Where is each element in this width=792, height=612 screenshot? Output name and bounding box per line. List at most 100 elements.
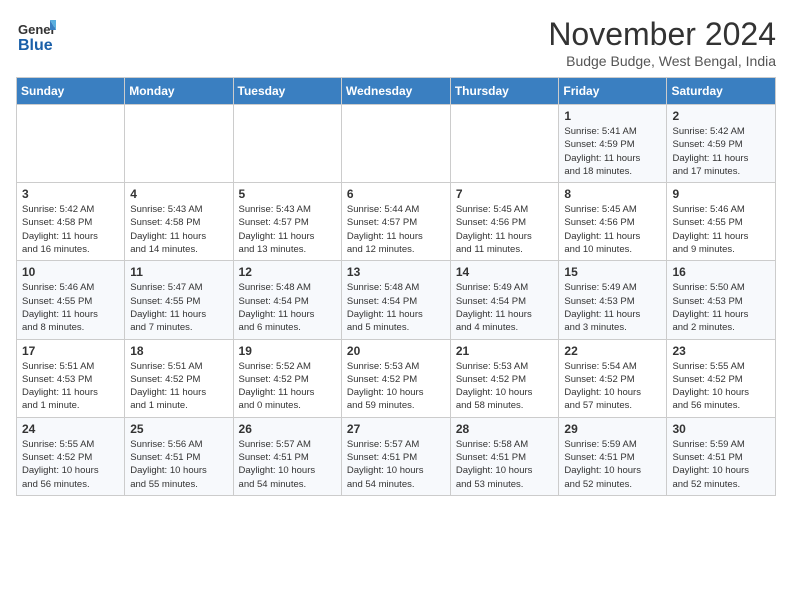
weekday-header-tuesday: Tuesday xyxy=(233,78,341,105)
day-number: 27 xyxy=(347,422,445,436)
calendar-cell xyxy=(17,105,125,183)
day-number: 7 xyxy=(456,187,554,201)
calendar-cell: 26 Sunrise: 5:57 AM Sunset: 4:51 PM Dayli… xyxy=(233,417,341,495)
calendar-cell: 20 Sunrise: 5:53 AM Sunset: 4:52 PM Dayli… xyxy=(341,339,450,417)
day-number: 26 xyxy=(239,422,336,436)
day-number: 29 xyxy=(564,422,661,436)
calendar-cell: 21 Sunrise: 5:53 AM Sunset: 4:52 PM Dayli… xyxy=(450,339,559,417)
day-info: Sunrise: 5:45 AM Sunset: 4:56 PM Dayligh… xyxy=(456,203,554,256)
day-number: 9 xyxy=(672,187,770,201)
calendar-cell: 18Sunrise: 5:51 AM Sunset: 4:52 PM Dayli… xyxy=(125,339,233,417)
calendar-cell xyxy=(125,105,233,183)
day-number: 17 xyxy=(22,344,119,358)
day-number: 8 xyxy=(564,187,661,201)
day-info: Sunrise: 5:49 AM Sunset: 4:54 PM Dayligh… xyxy=(456,281,554,334)
day-info: Sunrise: 5:49 AM Sunset: 4:53 PM Dayligh… xyxy=(564,281,661,334)
calendar-cell: 16 Sunrise: 5:50 AM Sunset: 4:53 PM Dayli… xyxy=(667,261,776,339)
calendar-cell: 28Sunrise: 5:58 AM Sunset: 4:51 PM Dayli… xyxy=(450,417,559,495)
calendar-cell: 19Sunrise: 5:52 AM Sunset: 4:52 PM Dayli… xyxy=(233,339,341,417)
day-info: Sunrise: 5:51 AM Sunset: 4:53 PM Dayligh… xyxy=(22,360,119,413)
day-info: Sunrise: 5:47 AM Sunset: 4:55 PM Dayligh… xyxy=(130,281,227,334)
day-info: Sunrise: 5:57 AM Sunset: 4:51 PM Dayligh… xyxy=(239,438,336,491)
weekday-header-wednesday: Wednesday xyxy=(341,78,450,105)
day-number: 14 xyxy=(456,265,554,279)
calendar-cell: 17 Sunrise: 5:51 AM Sunset: 4:53 PM Dayli… xyxy=(17,339,125,417)
day-number: 21 xyxy=(456,344,554,358)
week-row-3: 10Sunrise: 5:46 AM Sunset: 4:55 PM Dayli… xyxy=(17,261,776,339)
day-number: 12 xyxy=(239,265,336,279)
day-info: Sunrise: 5:43 AM Sunset: 4:58 PM Dayligh… xyxy=(130,203,227,256)
title-block: November 2024 Budge Budge, West Bengal, … xyxy=(548,16,776,69)
calendar-cell: 2Sunrise: 5:42 AM Sunset: 4:59 PM Daylig… xyxy=(667,105,776,183)
day-info: Sunrise: 5:55 AM Sunset: 4:52 PM Dayligh… xyxy=(672,360,770,413)
day-number: 25 xyxy=(130,422,227,436)
calendar-cell: 7 Sunrise: 5:45 AM Sunset: 4:56 PM Daylig… xyxy=(450,183,559,261)
day-info: Sunrise: 5:54 AM Sunset: 4:52 PM Dayligh… xyxy=(564,360,661,413)
calendar-cell: 1Sunrise: 5:41 AM Sunset: 4:59 PM Daylig… xyxy=(559,105,667,183)
calendar-cell: 24Sunrise: 5:55 AM Sunset: 4:52 PM Dayli… xyxy=(17,417,125,495)
calendar-cell: 4Sunrise: 5:43 AM Sunset: 4:58 PM Daylig… xyxy=(125,183,233,261)
logo: General Blue xyxy=(16,16,56,56)
day-info: Sunrise: 5:50 AM Sunset: 4:53 PM Dayligh… xyxy=(672,281,770,334)
day-number: 16 xyxy=(672,265,770,279)
week-row-5: 24Sunrise: 5:55 AM Sunset: 4:52 PM Dayli… xyxy=(17,417,776,495)
calendar-cell: 8Sunrise: 5:45 AM Sunset: 4:56 PM Daylig… xyxy=(559,183,667,261)
day-number: 11 xyxy=(130,265,227,279)
weekday-header-thursday: Thursday xyxy=(450,78,559,105)
day-number: 10 xyxy=(22,265,119,279)
day-info: Sunrise: 5:55 AM Sunset: 4:52 PM Dayligh… xyxy=(22,438,119,491)
day-info: Sunrise: 5:44 AM Sunset: 4:57 PM Dayligh… xyxy=(347,203,445,256)
location-subtitle: Budge Budge, West Bengal, India xyxy=(548,53,776,69)
day-info: Sunrise: 5:48 AM Sunset: 4:54 PM Dayligh… xyxy=(239,281,336,334)
day-info: Sunrise: 5:53 AM Sunset: 4:52 PM Dayligh… xyxy=(347,360,445,413)
day-number: 20 xyxy=(347,344,445,358)
calendar-table: SundayMondayTuesdayWednesdayThursdayFrid… xyxy=(16,77,776,496)
day-number: 15 xyxy=(564,265,661,279)
day-number: 6 xyxy=(347,187,445,201)
day-info: Sunrise: 5:43 AM Sunset: 4:57 PM Dayligh… xyxy=(239,203,336,256)
day-info: Sunrise: 5:58 AM Sunset: 4:51 PM Dayligh… xyxy=(456,438,554,491)
logo-icon: General Blue xyxy=(16,16,56,56)
calendar-cell: 9 Sunrise: 5:46 AM Sunset: 4:55 PM Daylig… xyxy=(667,183,776,261)
day-number: 23 xyxy=(672,344,770,358)
day-info: Sunrise: 5:59 AM Sunset: 4:51 PM Dayligh… xyxy=(672,438,770,491)
week-row-4: 17 Sunrise: 5:51 AM Sunset: 4:53 PM Dayli… xyxy=(17,339,776,417)
day-info: Sunrise: 5:48 AM Sunset: 4:54 PM Dayligh… xyxy=(347,281,445,334)
calendar-cell: 5 Sunrise: 5:43 AM Sunset: 4:57 PM Daylig… xyxy=(233,183,341,261)
day-info: Sunrise: 5:57 AM Sunset: 4:51 PM Dayligh… xyxy=(347,438,445,491)
calendar-cell: 12 Sunrise: 5:48 AM Sunset: 4:54 PM Dayli… xyxy=(233,261,341,339)
day-info: Sunrise: 5:46 AM Sunset: 4:55 PM Dayligh… xyxy=(672,203,770,256)
calendar-cell: 10Sunrise: 5:46 AM Sunset: 4:55 PM Dayli… xyxy=(17,261,125,339)
calendar-cell xyxy=(341,105,450,183)
day-number: 5 xyxy=(239,187,336,201)
day-info: Sunrise: 5:53 AM Sunset: 4:52 PM Dayligh… xyxy=(456,360,554,413)
calendar-cell: 25 Sunrise: 5:56 AM Sunset: 4:51 PM Dayli… xyxy=(125,417,233,495)
day-number: 13 xyxy=(347,265,445,279)
calendar-cell: 29 Sunrise: 5:59 AM Sunset: 4:51 PM Dayli… xyxy=(559,417,667,495)
calendar-cell xyxy=(233,105,341,183)
weekday-header-friday: Friday xyxy=(559,78,667,105)
weekday-header-saturday: Saturday xyxy=(667,78,776,105)
calendar-cell: 23 Sunrise: 5:55 AM Sunset: 4:52 PM Dayli… xyxy=(667,339,776,417)
day-number: 2 xyxy=(672,109,770,123)
day-info: Sunrise: 5:59 AM Sunset: 4:51 PM Dayligh… xyxy=(564,438,661,491)
svg-text:Blue: Blue xyxy=(18,37,53,54)
calendar-cell: 13 Sunrise: 5:48 AM Sunset: 4:54 PM Dayli… xyxy=(341,261,450,339)
calendar-cell: 30 Sunrise: 5:59 AM Sunset: 4:51 PM Dayli… xyxy=(667,417,776,495)
day-info: Sunrise: 5:42 AM Sunset: 4:58 PM Dayligh… xyxy=(22,203,119,256)
day-info: Sunrise: 5:56 AM Sunset: 4:51 PM Dayligh… xyxy=(130,438,227,491)
day-info: Sunrise: 5:41 AM Sunset: 4:59 PM Dayligh… xyxy=(564,125,661,178)
day-number: 30 xyxy=(672,422,770,436)
calendar-cell: 15 Sunrise: 5:49 AM Sunset: 4:53 PM Dayli… xyxy=(559,261,667,339)
calendar-cell xyxy=(450,105,559,183)
day-number: 3 xyxy=(22,187,119,201)
page-header: General Blue November 2024 Budge Budge, … xyxy=(16,16,776,69)
day-info: Sunrise: 5:51 AM Sunset: 4:52 PM Dayligh… xyxy=(130,360,227,413)
weekday-header-row: SundayMondayTuesdayWednesdayThursdayFrid… xyxy=(17,78,776,105)
day-info: Sunrise: 5:52 AM Sunset: 4:52 PM Dayligh… xyxy=(239,360,336,413)
day-number: 22 xyxy=(564,344,661,358)
week-row-1: 1Sunrise: 5:41 AM Sunset: 4:59 PM Daylig… xyxy=(17,105,776,183)
calendar-cell: 3 Sunrise: 5:42 AM Sunset: 4:58 PM Daylig… xyxy=(17,183,125,261)
weekday-header-sunday: Sunday xyxy=(17,78,125,105)
calendar-cell: 22 Sunrise: 5:54 AM Sunset: 4:52 PM Dayli… xyxy=(559,339,667,417)
